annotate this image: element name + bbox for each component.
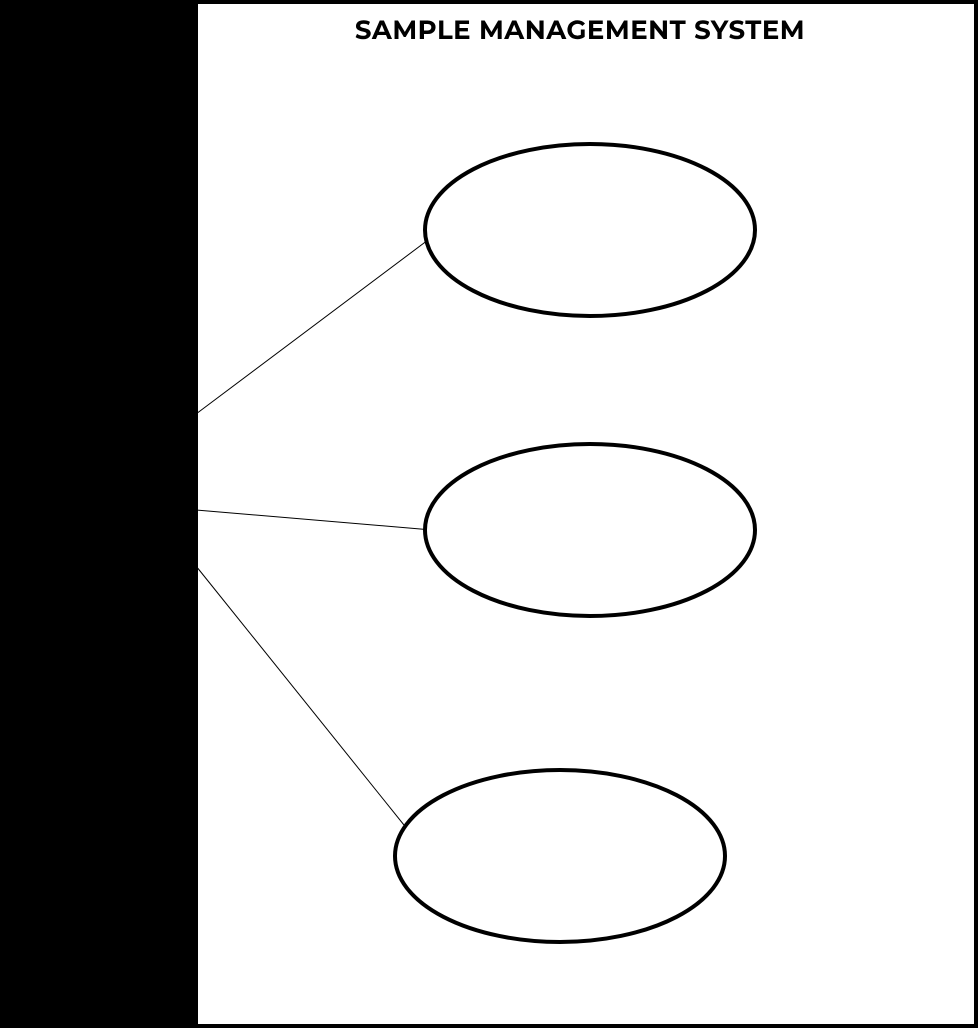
diagram-svg bbox=[0, 0, 980, 1028]
use-case-2 bbox=[425, 444, 755, 616]
system-title: SAMPLE MANAGEMENT SYSTEM bbox=[200, 14, 960, 46]
diagram-canvas: SAMPLE MANAGEMENT SYSTEM bbox=[0, 0, 980, 1028]
actor-region bbox=[0, 0, 196, 1028]
use-case-1 bbox=[425, 144, 755, 316]
use-case-3 bbox=[395, 770, 725, 942]
